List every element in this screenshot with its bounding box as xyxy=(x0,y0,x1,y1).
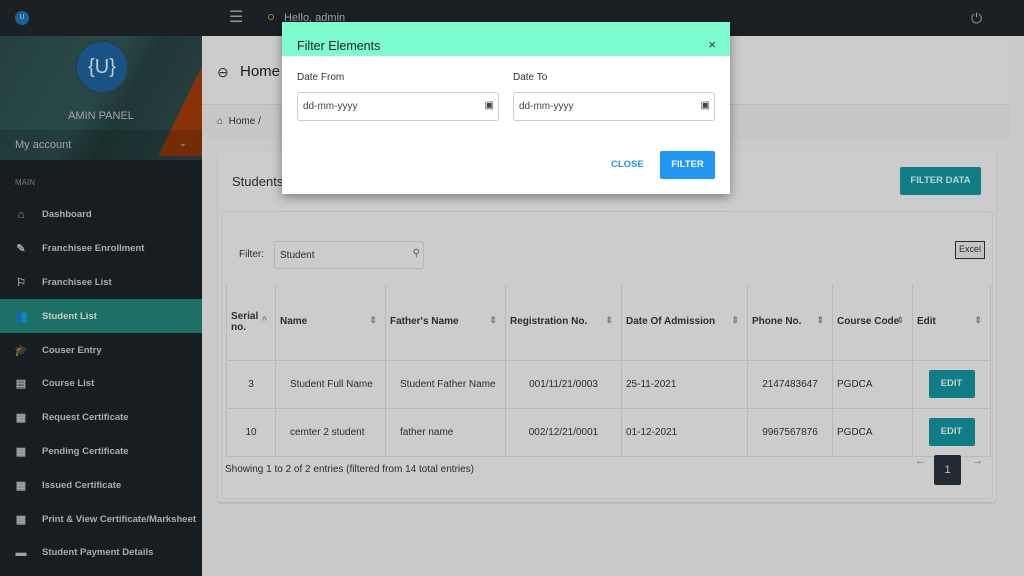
modal-header: Filter Elements × xyxy=(282,22,730,56)
date-to-label: Date To xyxy=(513,72,548,83)
close-icon[interactable]: × xyxy=(708,37,716,52)
date-from-label: Date From xyxy=(297,72,345,83)
calendar-icon[interactable]: ▣ xyxy=(485,100,494,111)
date-from-placeholder: dd-mm-yyyy xyxy=(303,101,358,112)
filter-button[interactable]: FILTER xyxy=(660,151,715,179)
close-button[interactable]: CLOSE xyxy=(611,159,644,170)
date-to-placeholder: dd-mm-yyyy xyxy=(519,101,574,112)
filter-modal: Filter Elements × Date From Date To dd-m… xyxy=(282,22,730,194)
calendar-icon[interactable]: ▣ xyxy=(701,100,710,111)
modal-title: Filter Elements xyxy=(297,39,381,53)
date-from-input[interactable]: dd-mm-yyyy ▣ xyxy=(297,92,499,121)
date-to-input[interactable]: dd-mm-yyyy ▣ xyxy=(513,92,715,121)
